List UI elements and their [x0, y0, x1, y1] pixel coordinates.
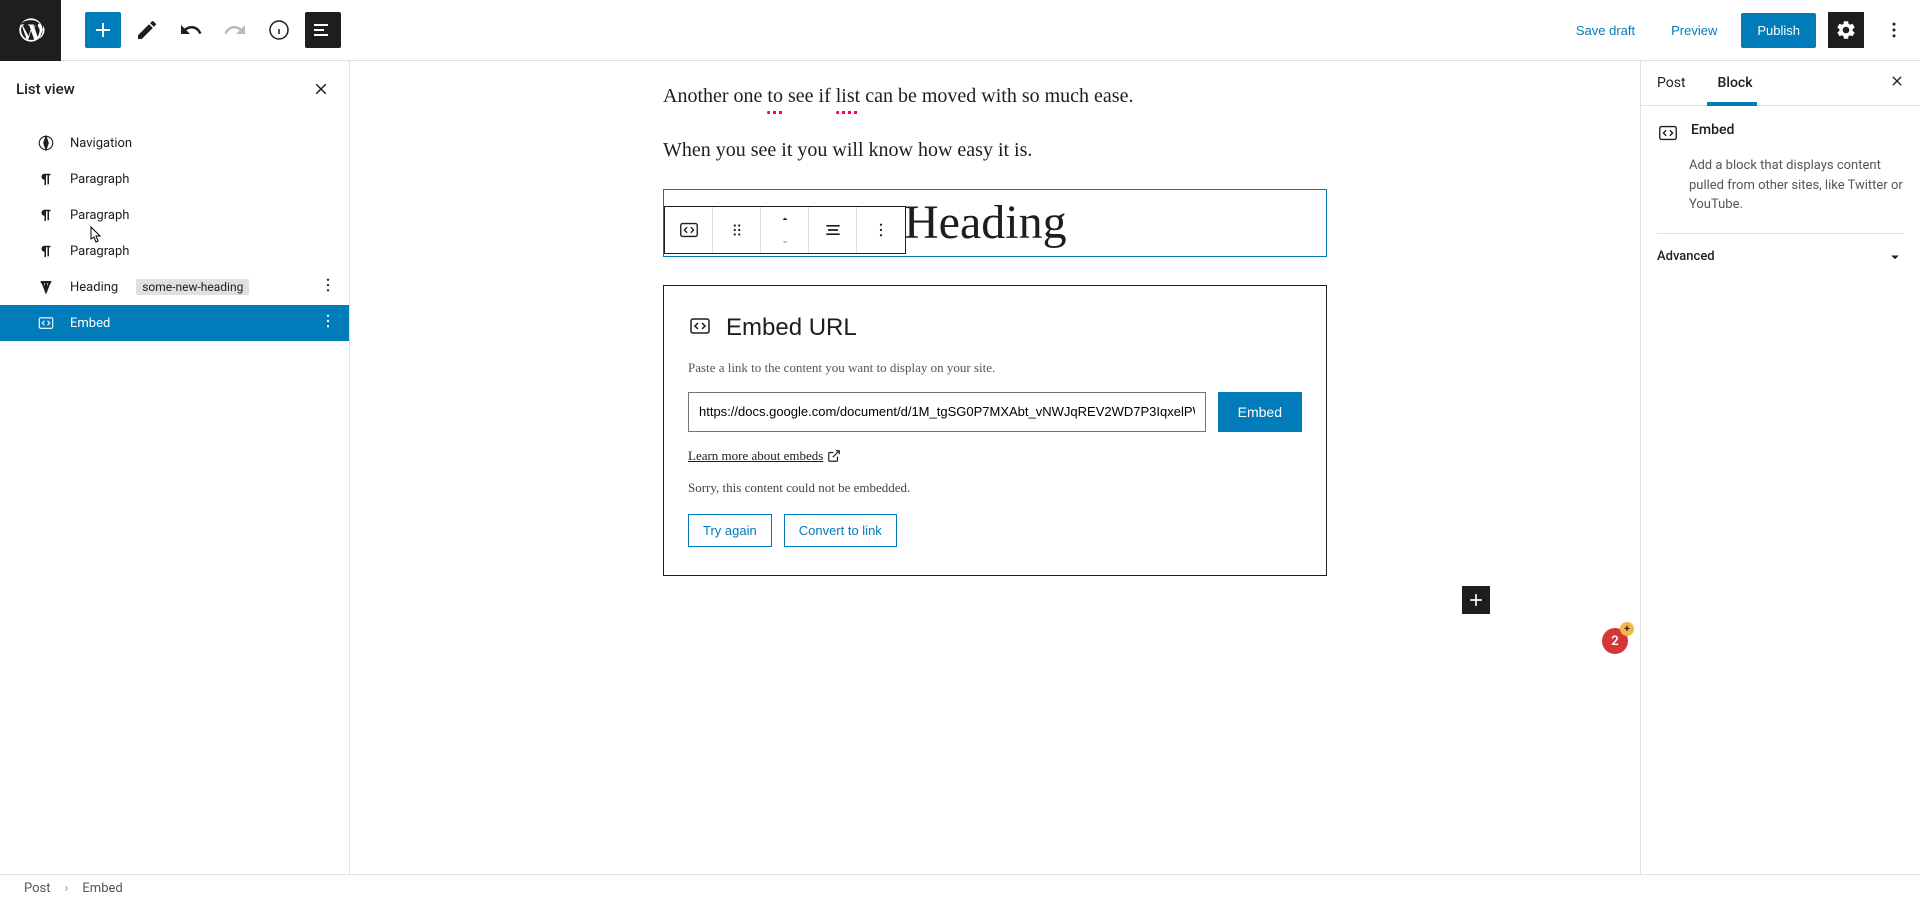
block-toolbar	[664, 206, 906, 254]
tab-block[interactable]: Block	[1702, 61, 1769, 105]
block-type-button[interactable]	[665, 207, 713, 253]
move-down-button[interactable]	[761, 230, 808, 253]
add-block-button[interactable]	[85, 12, 121, 48]
inspector-block-description: Add a block that displays content pulled…	[1689, 156, 1904, 215]
heading-anchor-badge: some-new-heading	[136, 279, 249, 295]
listview-item-label: Navigation	[70, 136, 132, 151]
embed-icon	[36, 313, 56, 333]
redo-button[interactable]	[217, 12, 253, 48]
breadcrumb-current[interactable]: Embed	[82, 881, 122, 896]
drag-handle[interactable]	[713, 207, 761, 253]
save-draft-button[interactable]: Save draft	[1564, 15, 1647, 46]
breadcrumb: Post › Embed	[0, 874, 1920, 902]
close-listview-button[interactable]	[309, 77, 333, 101]
info-button[interactable]	[261, 12, 297, 48]
convert-to-link-button[interactable]: Convert to link	[784, 514, 897, 547]
paragraph-icon	[36, 169, 56, 189]
paragraph-block[interactable]: When you see it you will know how easy i…	[663, 135, 1327, 165]
settings-button[interactable]	[1828, 12, 1864, 48]
listview-item-heading[interactable]: Heading some-new-heading	[0, 269, 349, 305]
advanced-section-toggle[interactable]: Advanced	[1657, 233, 1904, 266]
inspector-panel: Post Block Embed Add a block that displa…	[1640, 61, 1920, 874]
listview-item-navigation[interactable]: Navigation	[0, 125, 349, 161]
embed-submit-button[interactable]: Embed	[1218, 392, 1302, 432]
move-up-button[interactable]	[761, 207, 808, 230]
learn-more-link[interactable]: Learn more about embeds	[688, 448, 841, 464]
inspector-block-name: Embed	[1691, 122, 1734, 138]
more-options-button[interactable]	[1876, 12, 1912, 48]
embed-title: Embed URL	[726, 314, 857, 342]
listview-item-paragraph[interactable]: Paragraph	[0, 197, 349, 233]
wordpress-logo[interactable]	[0, 0, 61, 61]
listview-item-label: Heading	[70, 280, 118, 295]
item-options-button[interactable]	[319, 276, 337, 298]
paragraph-icon	[36, 241, 56, 261]
notification-badge[interactable]: 2	[1602, 628, 1628, 654]
align-button[interactable]	[809, 207, 857, 253]
tab-post[interactable]: Post	[1641, 61, 1702, 105]
top-toolbar: Save draft Preview Publish	[0, 0, 1920, 61]
cursor-icon	[88, 225, 104, 249]
embed-description: Paste a link to the content you want to …	[688, 360, 1302, 376]
try-again-button[interactable]: Try again	[688, 514, 772, 547]
paragraph-icon	[36, 205, 56, 225]
listview-item-label: Paragraph	[70, 172, 129, 187]
embed-icon	[1657, 122, 1679, 148]
add-block-fab[interactable]	[1462, 586, 1490, 614]
embed-error-message: Sorry, this content could not be embedde…	[688, 480, 1302, 496]
listview-item-label: Paragraph	[70, 208, 129, 223]
embed-url-input[interactable]	[688, 392, 1206, 432]
preview-button[interactable]: Preview	[1659, 15, 1729, 46]
embed-icon	[688, 314, 712, 342]
heading-icon	[36, 277, 56, 297]
edit-mode-button[interactable]	[129, 12, 165, 48]
embed-block[interactable]: Embed URL Paste a link to the content yo…	[663, 285, 1327, 576]
listview-item-paragraph[interactable]: Paragraph	[0, 161, 349, 197]
publish-button[interactable]: Publish	[1741, 13, 1816, 48]
listview-title: List view	[16, 80, 75, 98]
listview-item-paragraph[interactable]: Paragraph	[0, 233, 349, 269]
undo-button[interactable]	[173, 12, 209, 48]
close-inspector-button[interactable]	[1882, 68, 1912, 98]
chevron-right-icon: ›	[65, 881, 69, 896]
listview-item-embed[interactable]: Embed	[0, 305, 349, 341]
block-options-button[interactable]	[857, 207, 905, 253]
listview-panel: List view Navigation Paragraph Paragraph	[0, 61, 350, 874]
paragraph-block[interactable]: Another one to see if list can be moved …	[663, 81, 1327, 111]
listview-toggle-button[interactable]	[305, 12, 341, 48]
item-options-button[interactable]	[319, 312, 337, 334]
heading-block[interactable]: Some New Heading	[663, 189, 1327, 257]
navigation-icon	[36, 133, 56, 153]
editor-canvas[interactable]: Another one to see if list can be moved …	[350, 61, 1640, 874]
listview-item-label: Embed	[70, 316, 110, 331]
breadcrumb-root[interactable]: Post	[24, 881, 51, 896]
